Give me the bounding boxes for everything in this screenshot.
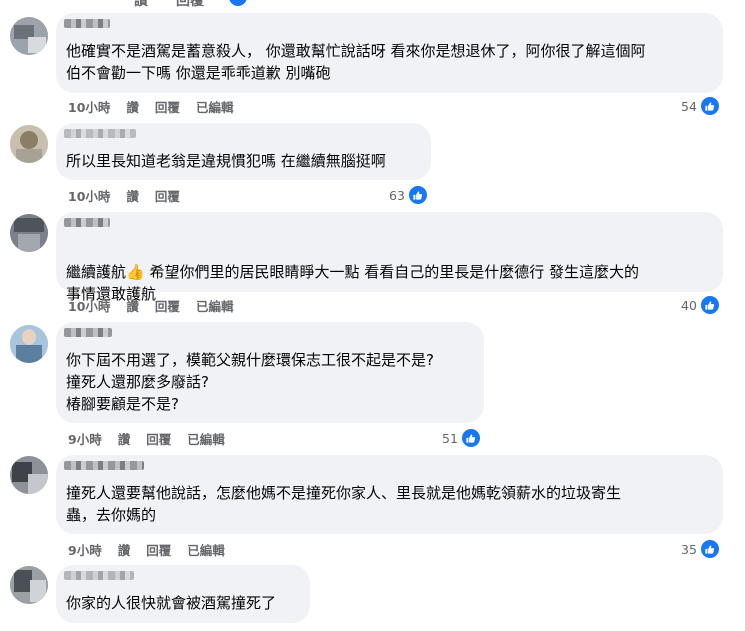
comment-text: 撞死人還要幫他說話，怎麼他媽不是撞死你家人、里長就是他媽乾領薪水的垃圾寄生 蟲，… — [66, 484, 622, 524]
comment-text-part: 希望你們里的居民眼睛睜大一點 看看自己的里長是什麼德行 發生這麼大的 — [144, 263, 640, 281]
thumbs-up-icon — [698, 294, 721, 316]
author-name-blurred[interactable] — [64, 218, 110, 227]
author-name-blurred[interactable] — [64, 19, 110, 28]
like-action[interactable]: 讚 — [126, 296, 139, 315]
like-count[interactable]: 54 — [681, 95, 721, 117]
thumbs-up-emoji-icon: 👍 — [126, 263, 145, 281]
like-count-value: 51 — [442, 430, 458, 446]
thumbs-up-icon — [406, 184, 429, 206]
like-count[interactable]: 40 — [681, 294, 721, 316]
author-name-blurred[interactable] — [64, 129, 136, 138]
timestamp[interactable]: 10小時 — [68, 97, 110, 116]
like-count[interactable]: 63 — [389, 184, 429, 206]
comment-actions: 9小時 讚 回覆 已編輯 — [68, 540, 241, 559]
reply-action[interactable]: 回覆 — [146, 540, 171, 559]
comment-text: 你家的人很快就會被酒駕撞死了 — [66, 594, 277, 612]
reply-action[interactable]: 回覆 — [155, 186, 180, 205]
like-count[interactable]: 51 — [442, 427, 482, 449]
comment-text-part: 繼續護航 — [66, 263, 127, 281]
like-action[interactable]: 讚 — [118, 429, 131, 448]
comment-actions: 10小時 讚 回覆 — [68, 186, 196, 205]
edited-label: 已編輯 — [195, 100, 234, 115]
previous-comment-fragment: 讚 回覆 — [0, 0, 745, 8]
reply-action[interactable]: 回覆 — [146, 429, 171, 448]
comment-bubble: 你家的人很快就會被酒駕撞死了 — [56, 565, 310, 623]
comment-bubble: 他確實不是酒駕是蓄意殺人， 你還敢幫忙說話呀 看來你是想退休了，阿你很了解這個阿… — [56, 13, 723, 93]
like-count-value: 35 — [681, 541, 697, 557]
timestamp[interactable]: 10小時 — [68, 296, 110, 315]
edited-label: 已編輯 — [187, 543, 225, 558]
reply-action[interactable]: 回覆 — [155, 97, 180, 116]
avatar[interactable] — [10, 214, 48, 252]
avatar[interactable] — [10, 456, 48, 494]
like-count-value: 54 — [681, 98, 697, 114]
avatar[interactable] — [10, 325, 48, 363]
author-name-blurred[interactable] — [64, 328, 112, 337]
thumbs-up-icon — [229, 0, 247, 6]
avatar[interactable] — [10, 566, 48, 604]
timestamp[interactable]: 10小時 — [68, 186, 110, 205]
edited-label: 已編輯 — [195, 299, 234, 314]
like-action[interactable]: 讚 — [126, 186, 139, 205]
thumbs-up-icon — [698, 95, 721, 117]
previous-reply-action[interactable]: 回覆 — [176, 0, 204, 8]
author-name-blurred[interactable] — [64, 571, 134, 580]
comment-bubble: 所以里長知道老翁是違規慣犯嗎 在繼續無腦挺啊 — [56, 123, 431, 180]
comment-text: 所以里長知道老翁是違規慣犯嗎 在繼續無腦挺啊 — [66, 152, 386, 170]
timestamp[interactable]: 9小時 — [68, 540, 102, 559]
like-action[interactable]: 讚 — [126, 97, 139, 116]
edited-label: 已編輯 — [187, 432, 225, 447]
comment-text: 你下屆不用選了，模範父親什麼環保志工很不起是不是? 撞死人還那麼多廢話? 椿腳要… — [66, 351, 434, 413]
avatar[interactable] — [10, 125, 48, 163]
avatar[interactable] — [10, 17, 48, 55]
thumbs-up-icon — [459, 427, 482, 449]
comment-bubble: 你下屆不用選了，模範父親什麼環保志工很不起是不是? 撞死人還那麼多廢話? 椿腳要… — [56, 322, 484, 423]
comment-bubble: 撞死人還要幫他說話，怎麼他媽不是撞死你家人、里長就是他媽乾領薪水的垃圾寄生 蟲，… — [56, 455, 723, 534]
reply-action[interactable]: 回覆 — [155, 296, 180, 315]
thumbs-up-icon — [698, 538, 721, 560]
previous-like-action[interactable]: 讚 — [134, 0, 148, 8]
like-count[interactable]: 35 — [681, 538, 721, 560]
comment-text: 他確實不是酒駕是蓄意殺人， 你還敢幫忙說話呀 看來你是想退休了，阿你很了解這個阿… — [66, 42, 646, 82]
like-count-value: 63 — [389, 187, 405, 203]
timestamp[interactable]: 9小時 — [68, 429, 102, 448]
comment-bubble: 繼續護航👍 希望你們里的居民眼睛睜大一點 看看自己的里長是什麼德行 發生這麼大的… — [56, 212, 723, 303]
comment-actions: 10小時 讚 回覆 已編輯 — [68, 296, 249, 315]
like-count-value: 40 — [681, 297, 697, 313]
comment-actions: 9小時 讚 回覆 已編輯 — [68, 429, 241, 448]
like-action[interactable]: 讚 — [118, 540, 131, 559]
author-name-blurred[interactable] — [64, 461, 144, 470]
comment-actions: 10小時 讚 回覆 已編輯 — [68, 97, 249, 116]
